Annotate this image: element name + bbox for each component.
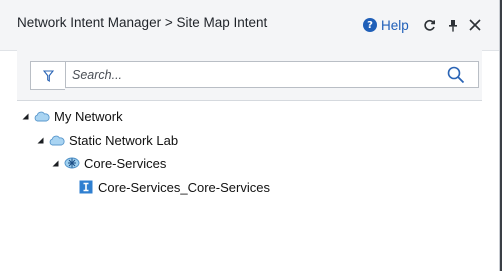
tree-node-static-network-lab[interactable]: Static Network Lab [36, 130, 178, 150]
pin-button[interactable] [445, 17, 461, 33]
close-button[interactable] [467, 17, 483, 33]
magnifier-icon[interactable] [447, 66, 465, 84]
pin-icon [449, 19, 457, 32]
tree-node-label: Static Network Lab [69, 132, 179, 148]
intent-i-icon [78, 180, 94, 194]
filter-button[interactable] [30, 61, 65, 90]
search-input[interactable] [65, 61, 479, 88]
collapse-triangle-icon[interactable] [21, 112, 29, 120]
refresh-button[interactable] [421, 17, 437, 33]
tree-node-label: My Network [54, 108, 123, 124]
question-circle-icon: ? [363, 18, 377, 32]
site-map-intent-panel: Network Intent Manager > Site Map Intent… [0, 0, 500, 271]
filter-icon [42, 69, 54, 82]
tree-node-label: Core-Services [84, 155, 167, 171]
title-bar: Network Intent Manager > Site Map Intent… [0, 0, 499, 51]
collapse-triangle-icon[interactable] [36, 136, 44, 144]
tree-node-my-network[interactable]: My Network [21, 106, 123, 126]
tree-node-core-services-intent[interactable]: Core-Services_Core-Services [78, 177, 270, 197]
tree-node-core-services[interactable]: Core-Services [51, 153, 166, 173]
collapse-triangle-icon[interactable] [51, 159, 59, 167]
page-title: Network Intent Manager > Site Map Intent [17, 15, 268, 30]
tree-node-label: Core-Services_Core-Services [98, 179, 270, 195]
cloud-icon [34, 109, 50, 123]
close-icon [469, 19, 481, 31]
cloud-icon [49, 133, 65, 147]
site-star-icon [64, 156, 80, 170]
search-bar [17, 50, 482, 101]
refresh-icon [423, 19, 435, 31]
help-button[interactable]: ? Help [363, 16, 409, 34]
help-label: Help [381, 17, 409, 33]
site-tree: My Network Static Network Lab Core-Servi… [0, 100, 499, 271]
